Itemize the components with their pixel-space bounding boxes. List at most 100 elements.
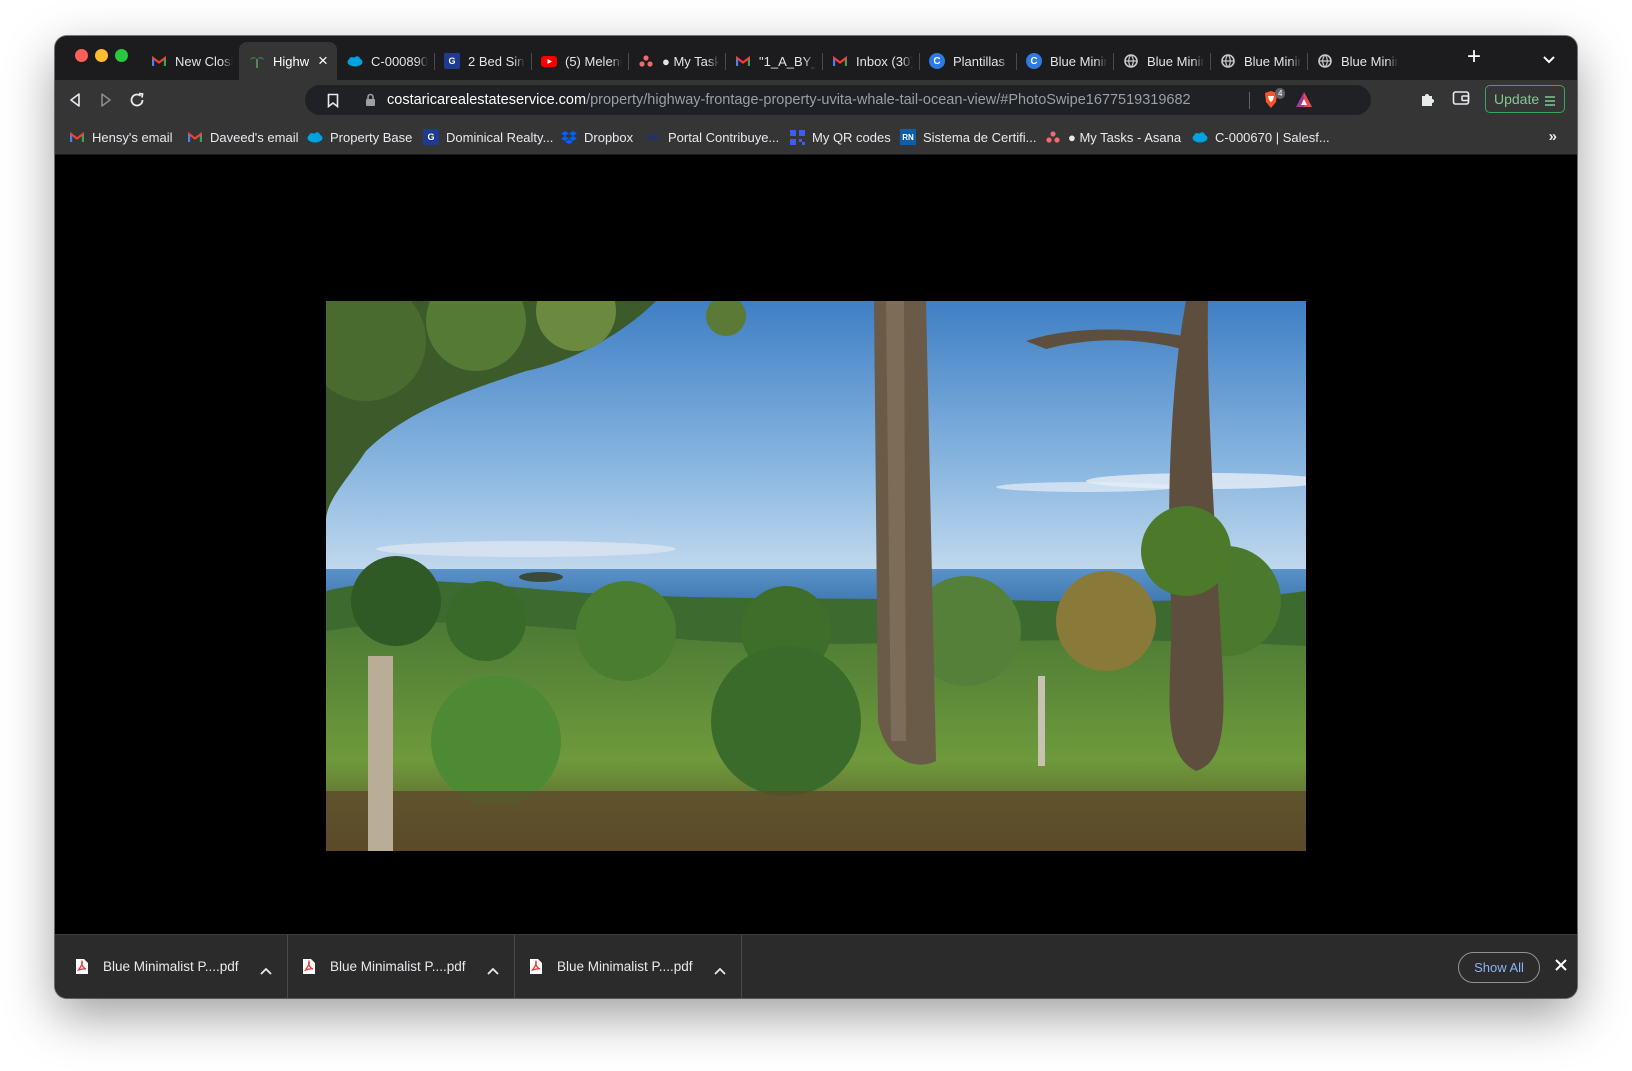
gmail-icon [832, 53, 848, 69]
download-item[interactable]: Blue Minimalist P....pdf [509, 935, 742, 998]
bookmark-dominical-realty[interactable]: G Dominical Realty... [423, 129, 553, 145]
tab-my-tasks[interactable]: ● My Tasks [628, 42, 725, 80]
new-tab-button[interactable]: + [1467, 45, 1481, 69]
bookmark-label: My QR codes [812, 129, 891, 145]
close-window-button[interactable] [75, 49, 88, 62]
tab-blue-minimalist-4[interactable]: Blue Minim [1307, 42, 1404, 80]
url-host: costaricarealestateservice.com [387, 92, 587, 108]
bookmark-label: Sistema de Certifi... [923, 129, 1037, 145]
bookmark-label: Dominical Realty... [446, 129, 554, 145]
bookmark-property-base[interactable]: Property Base [307, 129, 412, 145]
page-viewport [55, 155, 1577, 943]
pdf-icon [529, 958, 543, 980]
tab-new-closing[interactable]: New Closin [141, 42, 239, 80]
tab-blue-minimalist-3[interactable]: Blue Minim [1210, 42, 1307, 80]
tab-label: "1_A_BY_D [759, 53, 816, 69]
show-all-button[interactable]: Show All [1458, 952, 1540, 983]
tab-label: Blue Minim [1341, 53, 1398, 69]
toolbar: costaricarealestateservice.com/property/… [55, 80, 1577, 120]
tab-label: Blue Minim [1050, 53, 1107, 69]
chevron-up-icon[interactable] [487, 962, 499, 980]
back-button[interactable] [65, 90, 85, 110]
bookmark-my-qr-codes[interactable]: My QR codes [789, 129, 891, 145]
bookmark-icon[interactable] [327, 93, 339, 113]
tab-blue-minimalist-1[interactable]: C Blue Minim [1016, 42, 1113, 80]
tab-plantillas[interactable]: C Plantillas [919, 42, 1016, 80]
address-bar[interactable]: costaricarealestateservice.com/property/… [305, 85, 1371, 115]
bookmark-sistema-certificacion[interactable]: RN Sistema de Certifi... [900, 129, 1036, 145]
download-filename: Blue Minimalist P....pdf [330, 959, 466, 974]
bookmark-c-000670-salesforce[interactable]: C-000670 | Salesf... [1192, 129, 1330, 145]
qr-icon [789, 129, 805, 145]
shield-count-badge: 4 [1275, 88, 1286, 99]
gmail-icon [735, 53, 751, 69]
extensions-puzzle-icon[interactable] [1419, 90, 1437, 113]
tab-label: Highwa [273, 53, 309, 69]
tab-search-chevron-icon[interactable] [1543, 51, 1555, 69]
globe-icon [1123, 53, 1139, 69]
download-filename: Blue Minimalist P....pdf [103, 959, 239, 974]
bookmark-label: C-000670 | Salesf... [1215, 129, 1330, 145]
minimize-window-button[interactable] [95, 49, 108, 62]
url-text[interactable]: costaricarealestateservice.com/property/… [387, 92, 1191, 108]
rn-icon: RN [900, 129, 916, 145]
tab-highway-property[interactable]: Highwa × [239, 42, 337, 80]
update-label: Update [1494, 91, 1540, 107]
tab-label: (5) Melendi [565, 53, 622, 69]
salesforce-cloud-icon [307, 129, 323, 145]
wallet-icon[interactable] [1452, 90, 1470, 111]
bookmark-label: Portal Contribuye... [668, 129, 780, 145]
bookmark-portal-contribuyente[interactable]: mh Portal Contribuye... [645, 129, 779, 145]
tab-label: 2 Bed Singl [468, 53, 525, 69]
asana-icon [1045, 129, 1061, 145]
bookmark-dropbox[interactable]: Dropbox [561, 129, 633, 145]
forward-button[interactable] [96, 90, 116, 110]
hacienda-icon: mh [646, 132, 660, 142]
maximize-window-button[interactable] [115, 49, 128, 62]
globe-icon [1220, 53, 1236, 69]
close-tab-icon[interactable]: × [315, 51, 331, 71]
more-bookmarks-chevron-icon[interactable]: » [1549, 128, 1557, 145]
bookmark-my-tasks-asana[interactable]: ● My Tasks - Asana [1045, 129, 1181, 145]
cr-logo-icon: G [444, 53, 460, 69]
gmail-icon [187, 129, 203, 145]
dropbox-icon [561, 129, 577, 145]
bookmark-label: Hensy's email [92, 129, 173, 145]
close-downloads-icon[interactable] [1555, 958, 1567, 976]
property-photo[interactable] [326, 301, 1306, 851]
chevron-up-icon[interactable] [714, 962, 726, 980]
brave-rewards-icon[interactable] [1295, 91, 1313, 113]
bookmarks-bar: Hensy's email Daveed's email Property Ba… [55, 120, 1577, 155]
tab-2-bed-single[interactable]: G 2 Bed Singl [434, 42, 531, 80]
youtube-icon [541, 53, 557, 69]
tab-blue-minimalist-2[interactable]: Blue Minim [1113, 42, 1210, 80]
tab-label: C-000890 [371, 53, 428, 69]
reload-button[interactable] [127, 90, 147, 110]
gmail-icon [69, 129, 85, 145]
bookmark-label: Property Base [330, 129, 413, 145]
tab-label: Blue Minim [1244, 53, 1301, 69]
salesforce-cloud-icon [1192, 129, 1208, 145]
tab-label: Plantillas [953, 53, 1006, 69]
tab-label: Blue Minim [1147, 53, 1204, 69]
canva-icon: C [929, 53, 945, 69]
lock-icon[interactable] [365, 93, 376, 112]
tab-list: New Closin Highwa × C-000890 G 2 Bed Sin… [141, 42, 1404, 80]
pdf-icon [302, 958, 316, 980]
update-button[interactable]: Update [1485, 85, 1565, 113]
chevron-up-icon[interactable] [260, 962, 272, 980]
tab-youtube-melendi[interactable]: (5) Melendi [531, 42, 628, 80]
omnibox-divider [1249, 92, 1250, 109]
bookmark-label: Daveed's email [210, 129, 299, 145]
tab-inbox[interactable]: Inbox (30) [822, 42, 919, 80]
bookmark-daveeds-email[interactable]: Daveed's email [187, 129, 298, 145]
bookmark-label: ● My Tasks - Asana [1068, 129, 1182, 145]
gmail-icon [151, 53, 167, 69]
tab-gmail-1-a-by-d[interactable]: "1_A_BY_D [725, 42, 822, 80]
bookmark-hensys-email[interactable]: Hensy's email [69, 129, 173, 145]
download-item[interactable]: Blue Minimalist P....pdf [55, 935, 288, 998]
download-item[interactable]: Blue Minimalist P....pdf [282, 935, 515, 998]
tab-c-000890[interactable]: C-000890 [337, 42, 434, 80]
palm-tree-icon [249, 53, 265, 69]
browser-window: New Closin Highwa × C-000890 G 2 Bed Sin… [55, 36, 1577, 998]
